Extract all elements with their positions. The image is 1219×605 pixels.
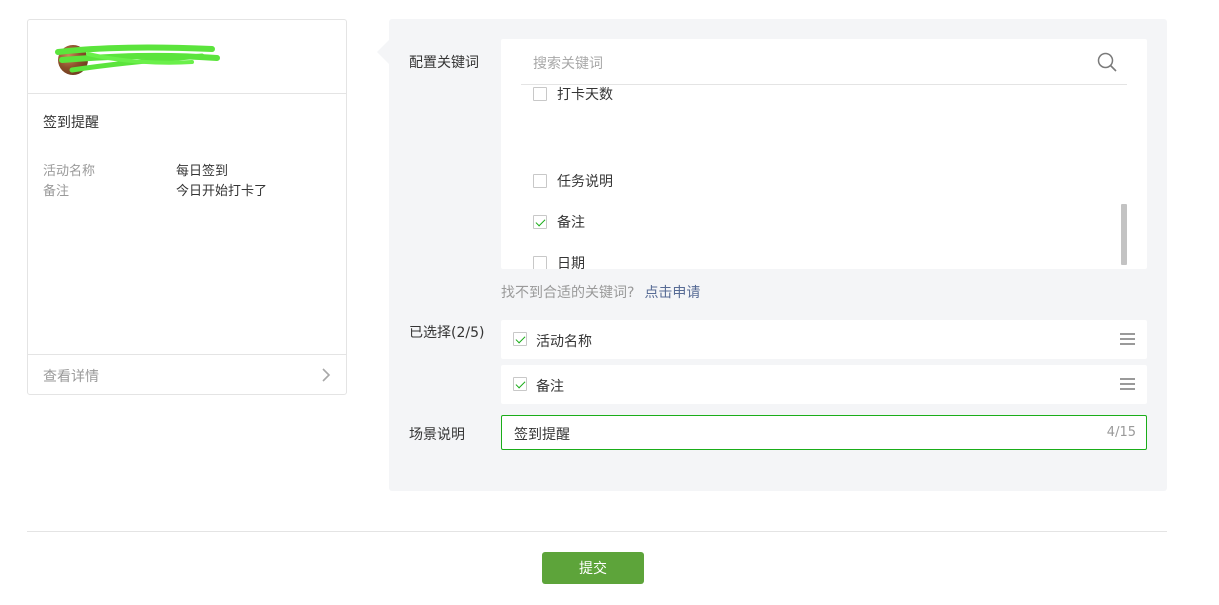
footer-divider — [27, 531, 1167, 532]
keyword-hint: 找不到合适的关键词? 点击申请 — [501, 282, 700, 302]
keyword-selector: 打卡天数 任务说明 备注 日期 — [501, 39, 1147, 269]
keyword-checkbox[interactable] — [533, 87, 547, 101]
view-details-row[interactable]: 查看详情 — [28, 354, 346, 395]
keyword-search-input[interactable] — [531, 52, 1075, 76]
selected-item[interactable]: 备注 — [501, 365, 1147, 404]
selected-item-checkbox[interactable] — [513, 377, 527, 391]
keyword-list: 打卡天数 任务说明 备注 日期 — [501, 85, 1147, 269]
keyword-checkbox[interactable] — [533, 256, 547, 269]
keyword-option[interactable]: 日期 — [533, 253, 585, 269]
card-field-key: 备注 — [43, 184, 70, 199]
selected-item-label: 活动名称 — [536, 334, 592, 350]
selected-item-label: 备注 — [536, 379, 564, 395]
selected-item[interactable]: 活动名称 — [501, 320, 1147, 359]
keyword-option-label: 日期 — [557, 256, 585, 269]
keyword-option[interactable]: 备注 — [533, 212, 585, 232]
apply-keyword-link[interactable]: 点击申请 — [644, 285, 700, 301]
card-field-value: 今日开始打卡了 — [176, 184, 268, 199]
keyword-option-label: 备注 — [557, 215, 585, 231]
submit-button[interactable]: 提交 — [542, 552, 644, 584]
drag-handle-icon[interactable] — [1120, 378, 1135, 390]
scene-description-field[interactable]: 4/15 — [501, 415, 1147, 450]
card-title: 签到提醒 — [43, 115, 99, 131]
scene-label: 场景说明 — [409, 427, 465, 443]
search-icon[interactable] — [1097, 52, 1117, 72]
keyword-search — [521, 39, 1127, 85]
scene-description-input[interactable] — [512, 423, 1076, 445]
keyword-list-scrollbar[interactable] — [1121, 204, 1127, 265]
panel-pointer — [377, 40, 389, 64]
card-field-key: 活动名称 — [43, 164, 96, 179]
keyword-option[interactable]: 任务说明 — [533, 171, 613, 191]
keyword-option[interactable]: 打卡天数 — [533, 85, 613, 104]
redaction-scribble — [55, 44, 220, 73]
view-details-label: 查看详情 — [43, 369, 99, 385]
keywords-label: 配置关键词 — [409, 55, 479, 71]
card-field-value: 每日签到 — [176, 164, 229, 179]
keyword-checkbox[interactable] — [533, 174, 547, 188]
chevron-right-icon — [322, 368, 331, 382]
selected-label: 已选择(2/5) — [409, 325, 485, 341]
keyword-option-label: 打卡天数 — [557, 87, 613, 103]
card-header — [28, 20, 346, 94]
keyword-checkbox[interactable] — [533, 215, 547, 229]
keyword-option-label: 任务说明 — [557, 174, 613, 190]
drag-handle-icon[interactable] — [1120, 333, 1135, 345]
scene-char-count: 4/15 — [1106, 425, 1136, 440]
selected-item-checkbox[interactable] — [513, 332, 527, 346]
message-preview-card: 签到提醒 活动名称 每日签到 备注 今日开始打卡了 查看详情 — [27, 19, 347, 395]
keyword-hint-text: 找不到合适的关键词? — [501, 285, 635, 301]
